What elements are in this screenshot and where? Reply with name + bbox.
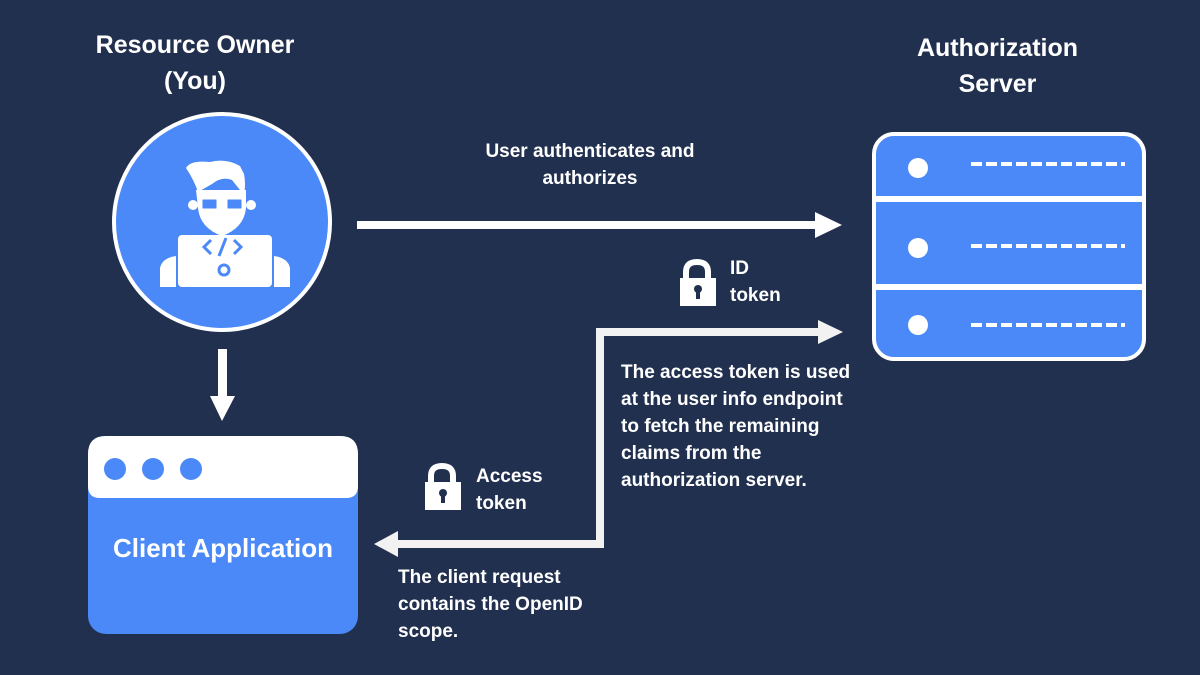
rack-status-light <box>908 315 928 335</box>
id-token-label: ID token <box>730 258 781 306</box>
access-token-label: Access token <box>476 466 543 514</box>
window-dot <box>104 458 126 480</box>
window-dot <box>180 458 202 480</box>
window-titlebar <box>88 436 358 498</box>
lock-icon <box>425 462 461 510</box>
authorization-server-node <box>872 132 1146 361</box>
arrow-owner-to-client <box>210 349 235 421</box>
client-application-title: Client Application <box>112 533 334 563</box>
window-dot <box>142 458 164 480</box>
arrowhead-to-client <box>374 531 398 557</box>
client-request-description: The client request contains the OpenID s… <box>398 567 583 642</box>
access-token-description: The access token is used at the user inf… <box>621 362 851 491</box>
resource-owner-title: Resource Owner (You) <box>95 31 295 95</box>
user-authenticates-label: User authenticates and authorizes <box>485 141 695 189</box>
rack-status-light <box>908 158 928 178</box>
lock-icon <box>680 258 716 306</box>
rack-status-light <box>908 238 928 258</box>
arrow-owner-to-server <box>357 212 842 238</box>
arrowhead-to-server <box>818 320 843 344</box>
resource-owner-node <box>112 112 332 332</box>
authorization-server-title: Authorization Server <box>916 34 1079 98</box>
